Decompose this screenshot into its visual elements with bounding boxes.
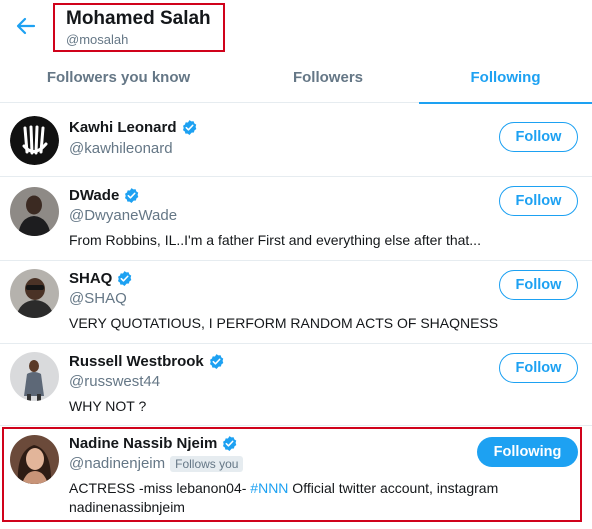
user-name[interactable]: Nadine Nassib Njeim	[69, 435, 217, 452]
user-bio: VERY QUOTATIOUS, I PERFORM RANDOM ACTS O…	[69, 315, 499, 331]
hashtag-link[interactable]: #NNN	[250, 480, 288, 496]
name-line: SHAQ	[69, 270, 133, 287]
back-arrow-icon[interactable]	[12, 12, 40, 40]
user-handle: @SHAQ	[69, 290, 127, 307]
name-line: Russell Westbrook	[69, 353, 225, 370]
avatar[interactable]	[10, 352, 59, 401]
follow-button[interactable]: Follow	[499, 122, 578, 152]
follow-button[interactable]: Follow	[499, 186, 578, 216]
user-name[interactable]: SHAQ	[69, 270, 112, 287]
profile-handle: @mosalah	[66, 32, 129, 47]
user-name[interactable]: Russell Westbrook	[69, 353, 204, 370]
tab-bar: Followers you know Followers Following	[0, 56, 592, 104]
avatar[interactable]	[10, 269, 59, 318]
avatar[interactable]	[10, 116, 59, 165]
user-handle: @kawhileonard	[69, 140, 173, 157]
handle-line: @nadinenjeim Follows you	[69, 455, 244, 472]
user-bio: WHY NOT ?	[69, 398, 147, 414]
avatar[interactable]	[10, 435, 59, 484]
follow-button[interactable]: Follow	[499, 353, 578, 383]
following-button[interactable]: Following	[477, 437, 578, 467]
user-row-kawhi-leonard[interactable]: Kawhi Leonard @kawhileonard Follow	[0, 104, 592, 177]
verified-badge-icon	[181, 119, 198, 136]
profile-header: Mohamed Salah @mosalah	[0, 0, 592, 56]
bio-text: ACTRESS -miss lebanon04-	[69, 480, 251, 496]
profile-name: Mohamed Salah	[66, 8, 211, 29]
tab-followers[interactable]: Followers	[237, 56, 419, 103]
follow-button[interactable]: Follow	[499, 270, 578, 300]
handle-line: @DwyaneWade	[69, 207, 177, 224]
tab-following[interactable]: Following	[419, 56, 592, 104]
user-row-shaq[interactable]: SHAQ @SHAQ VERY QUOTATIOUS, I PERFORM RA…	[0, 261, 592, 344]
verified-badge-icon	[221, 435, 238, 452]
user-name[interactable]: Kawhi Leonard	[69, 119, 177, 136]
verified-badge-icon	[116, 270, 133, 287]
follows-you-badge: Follows you	[170, 455, 244, 472]
name-line: Kawhi Leonard	[69, 119, 198, 136]
handle-line: @SHAQ	[69, 290, 127, 307]
user-handle: @russwest44	[69, 373, 161, 390]
user-name[interactable]: DWade	[69, 187, 119, 204]
user-row-nadine-nassib-njeim[interactable]: Nadine Nassib Njeim @nadinenjeim Follows…	[0, 426, 592, 526]
user-bio: From Robbins, IL..I'm a father First and…	[69, 232, 481, 248]
verified-badge-icon	[208, 353, 225, 370]
profile-title-highlight: Mohamed Salah @mosalah	[53, 3, 225, 52]
handle-line: @russwest44	[69, 373, 160, 390]
verified-badge-icon	[123, 187, 140, 204]
avatar[interactable]	[10, 187, 59, 236]
user-bio: ACTRESS -miss lebanon04- #NNN Official t…	[69, 479, 539, 517]
user-row-dwade[interactable]: DWade @DwyaneWade From Robbins, IL..I'm …	[0, 177, 592, 261]
handle-line: @kawhileonard	[69, 140, 173, 157]
user-row-russell-westbrook[interactable]: Russell Westbrook @russwest44 WHY NOT ? …	[0, 344, 592, 426]
user-handle: @DwyaneWade	[69, 207, 178, 224]
name-line: Nadine Nassib Njeim	[69, 435, 238, 452]
tab-followers-you-know[interactable]: Followers you know	[0, 56, 237, 103]
user-handle: @nadinenjeim	[69, 455, 166, 472]
name-line: DWade	[69, 187, 140, 204]
